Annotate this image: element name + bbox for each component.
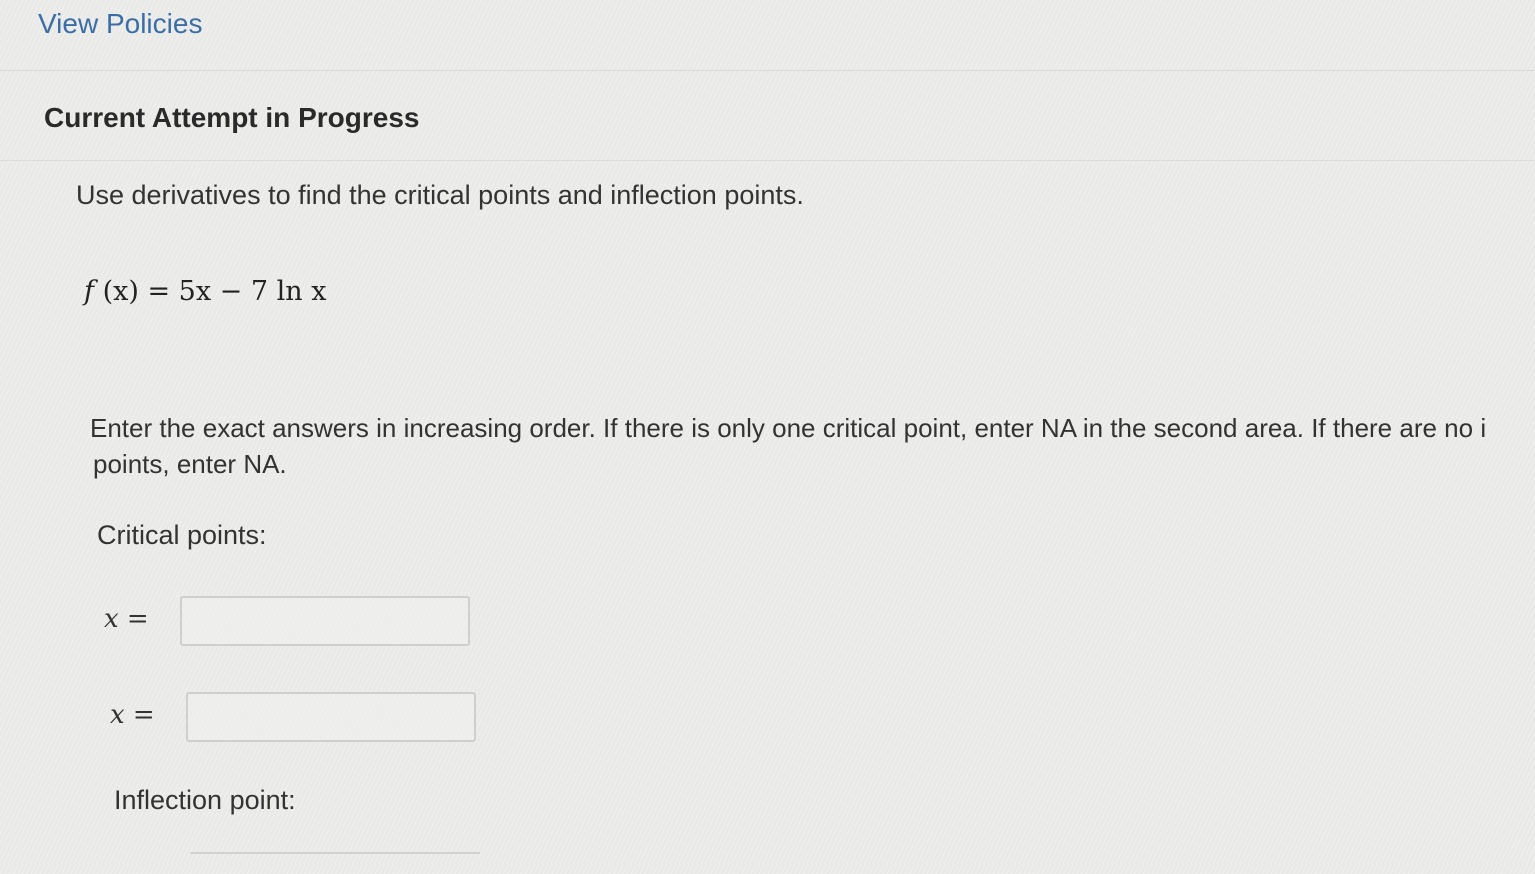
inflection-point-label: Inflection point: <box>114 785 296 815</box>
section-divider <box>0 160 1535 161</box>
inflection-point-input[interactable] <box>190 852 480 874</box>
attempt-title: Current Attempt in Progress <box>44 102 420 133</box>
view-policies-link[interactable]: View Policies <box>38 8 202 40</box>
answer-directions: Enter the exact answers in increasing or… <box>90 410 1535 482</box>
question-instruction: Use derivatives to find the critical poi… <box>76 180 804 210</box>
critical-point-2-input[interactable] <box>186 692 476 742</box>
critical-point-2-label: x = <box>110 700 155 730</box>
directions-line-1: Enter the exact answers in increasing or… <box>90 413 1487 443</box>
equals-sign: = <box>118 604 149 634</box>
critical-point-1-input[interactable] <box>180 596 470 646</box>
function-formula: f (x) = 5x − 7 ln x <box>84 276 326 307</box>
critical-point-1-label: x = <box>104 604 149 634</box>
variable-x: x <box>110 700 125 730</box>
directions-line-2: points, enter NA. <box>93 449 287 479</box>
page: View Policies Current Attempt in Progres… <box>0 0 1535 864</box>
critical-points-label: Critical points: <box>97 520 267 550</box>
variable-x: x <box>104 604 119 634</box>
equals-sign: = <box>124 700 155 730</box>
header-divider <box>0 70 1535 71</box>
function-name: f <box>84 276 94 307</box>
function-expression: (x) = 5x − 7 ln x <box>94 276 327 307</box>
